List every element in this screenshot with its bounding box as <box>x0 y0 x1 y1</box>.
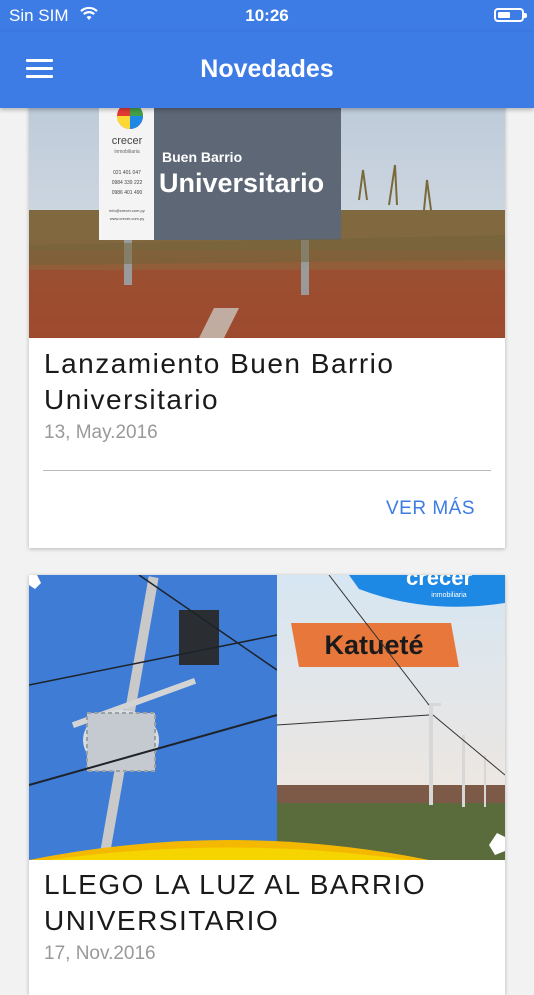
sign-contact: 021 401 047 <box>113 170 141 176</box>
sign-brand-sub: inmobiliaria <box>114 149 140 155</box>
sign-brand: crecer <box>112 135 143 147</box>
sign-contact: www.crecer.com.py <box>110 216 144 221</box>
clock: 10:26 <box>245 6 289 25</box>
sign-contact: info@crecer.com.py <box>109 208 144 213</box>
page-title: Novedades <box>200 55 334 83</box>
news-card[interactable]: crecer inmobiliaria 021 401 047 0984 339… <box>29 70 505 548</box>
news-title: LLEGO LA LUZ AL BARRIO UNIVERSITARIO <box>44 869 427 936</box>
sign-contact: 0986 401 490 <box>112 190 143 196</box>
sign-line-1: Buen Barrio <box>162 149 242 165</box>
news-date: 17, Nov.2016 <box>44 943 156 964</box>
news-title: Lanzamiento Buen Barrio Universitario <box>44 348 395 415</box>
status-bar: Sin SIM 10:26 <box>0 0 534 32</box>
news-date: 13, May.2016 <box>44 422 158 443</box>
image-brand-sub: inmobiliaria <box>431 592 467 599</box>
divider <box>43 470 491 471</box>
news-image[interactable]: crecer inmobiliaria 021 401 047 0984 339… <box>29 70 505 338</box>
ver-mas-button[interactable]: VER MÁS <box>386 498 475 520</box>
sign-contact: 0984 339 222 <box>112 180 143 186</box>
news-image[interactable]: crecer inmobiliaria Katueté <box>29 575 505 860</box>
image-tag: Katueté <box>324 630 423 660</box>
sign-line-2: Universitario <box>159 168 324 198</box>
news-card[interactable]: crecer inmobiliaria Katueté LLEGO LA LUZ… <box>29 575 505 995</box>
battery-icon <box>494 8 527 22</box>
navigation-bar: Novedades <box>0 32 534 108</box>
image-brand: crecer <box>406 575 473 590</box>
